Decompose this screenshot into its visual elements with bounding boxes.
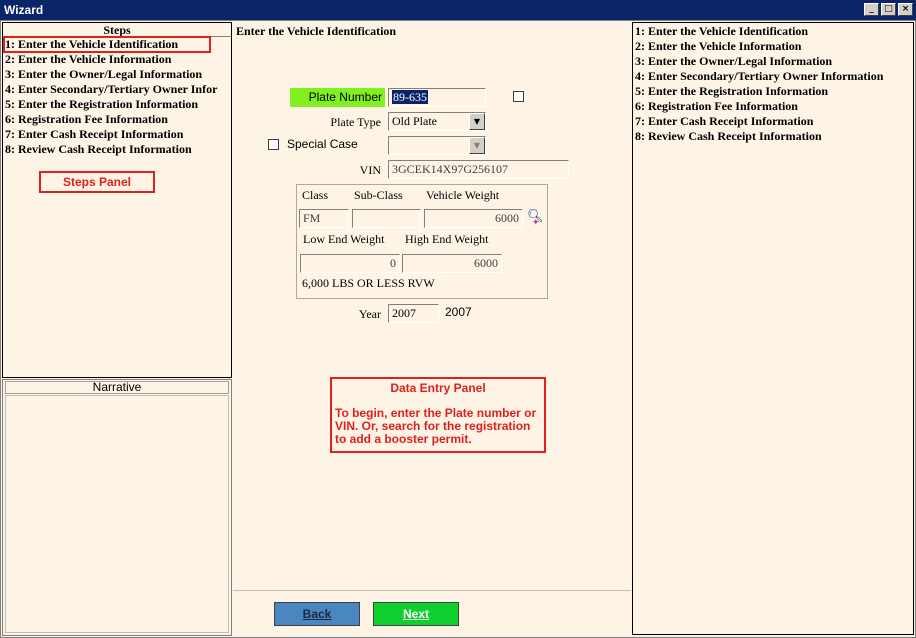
next-button[interactable]: Next xyxy=(373,602,459,626)
chevron-down-icon[interactable]: ▼ xyxy=(469,137,485,154)
right-steps-panel: 1: Enter the Vehicle Identification 2: E… xyxy=(632,22,914,635)
weight-note: 6,000 LBS OR LESS RVW xyxy=(302,276,435,290)
class-label: Class xyxy=(302,188,329,202)
step-item-2[interactable]: 2: Enter the Vehicle Information xyxy=(5,52,231,67)
year-display: 2007 xyxy=(445,305,472,319)
maximize-button[interactable]: □ xyxy=(881,3,896,16)
subclass-input[interactable] xyxy=(352,209,421,228)
minimize-button[interactable]: _ xyxy=(864,3,879,16)
close-button[interactable]: × xyxy=(898,3,913,16)
window-controls: _ □ × xyxy=(864,3,913,16)
vin-input[interactable]: 3GCEK14X97G256107 xyxy=(388,160,569,179)
form-title: Enter the Vehicle Identification xyxy=(236,24,397,38)
plate-type-select[interactable]: Old Plate ▼ xyxy=(388,112,486,131)
right-step-item-5: 5: Enter the Registration Information xyxy=(635,84,829,98)
vehicle-weight-input[interactable]: 6000 xyxy=(424,209,523,228)
window-titlebar: Wizard _ □ × xyxy=(0,0,916,20)
low-end-weight-label: Low End Weight xyxy=(303,232,385,246)
chevron-down-icon[interactable]: ▼ xyxy=(469,113,485,130)
step-item-7[interactable]: 7: Enter Cash Receipt Information xyxy=(5,127,231,142)
narrative-panel: Narrative xyxy=(2,379,232,636)
low-end-weight-input[interactable]: 0 xyxy=(300,254,400,273)
vehicle-weight-label: Vehicle Weight xyxy=(426,188,500,202)
narrative-body xyxy=(5,395,229,633)
right-step-item-4: 4: Enter Secondary/Tertiary Owner Inform… xyxy=(635,69,884,83)
right-step-item-7: 7: Enter Cash Receipt Information xyxy=(635,114,814,128)
narrative-header: Narrative xyxy=(5,381,229,394)
data-entry-callout-text: To begin, enter the Plate number or VIN.… xyxy=(335,406,537,446)
plate-type-value: Old Plate xyxy=(392,114,437,128)
steps-panel-callout: Steps Panel xyxy=(39,171,155,193)
right-step-item-8: 8: Review Cash Receipt Information xyxy=(635,129,822,143)
nav-area: Back Next xyxy=(233,590,631,636)
steps-panel: Steps 1: Enter the Vehicle Identificatio… xyxy=(2,22,232,378)
step-item-1[interactable]: 1: Enter the Vehicle Identification xyxy=(3,36,211,53)
right-step-item-1: 1: Enter the Vehicle Identification xyxy=(635,24,809,38)
window-title: Wizard xyxy=(4,3,44,17)
step-item-5[interactable]: 5: Enter the Registration Information xyxy=(5,97,231,112)
plate-number-label: Plate Number xyxy=(290,88,385,107)
subclass-label: Sub-Class xyxy=(354,188,403,202)
step-item-4[interactable]: 4: Enter Secondary/Tertiary Owner Infor xyxy=(5,82,231,97)
search-icon[interactable]: 🔍︎ ✦ xyxy=(527,209,544,228)
high-end-weight-input[interactable]: 6000 xyxy=(402,254,502,273)
steps-header: Steps xyxy=(3,23,231,37)
data-entry-callout-title: Data Entry Panel xyxy=(390,381,486,395)
class-input[interactable]: FM xyxy=(299,209,349,228)
plate-type-label: Plate Type xyxy=(330,115,381,129)
special-case-label: Special Case xyxy=(287,137,358,151)
plate-number-input[interactable]: 89-635 xyxy=(388,88,486,107)
step-item-6[interactable]: 6: Registration Fee Information xyxy=(5,112,231,127)
right-step-item-3: 3: Enter the Owner/Legal Information xyxy=(635,54,833,68)
data-entry-panel: Enter the Vehicle Identification Plate N… xyxy=(233,22,631,590)
vin-label: VIN xyxy=(359,163,381,177)
special-case-checkbox[interactable] xyxy=(268,139,279,150)
steps-list: 1: Enter the Vehicle Identification 2: E… xyxy=(3,36,231,157)
year-input[interactable]: 2007 xyxy=(388,304,439,323)
data-entry-callout: Data Entry Panel To begin, enter the Pla… xyxy=(330,377,546,453)
right-step-item-6: 6: Registration Fee Information xyxy=(635,99,798,113)
sparkle-icon: ✦ xyxy=(532,218,540,228)
step-item-3[interactable]: 3: Enter the Owner/Legal Information xyxy=(5,67,231,82)
high-end-weight-label: High End Weight xyxy=(405,232,489,246)
step-item-8[interactable]: 8: Review Cash Receipt Information xyxy=(5,142,231,157)
special-case-select[interactable]: ▼ xyxy=(388,136,486,155)
plate-checkbox[interactable] xyxy=(513,91,524,102)
right-step-item-2: 2: Enter the Vehicle Information xyxy=(635,39,802,53)
year-label: Year xyxy=(358,307,381,321)
plate-number-value: 89-635 xyxy=(392,90,428,104)
back-button[interactable]: Back xyxy=(274,602,360,626)
